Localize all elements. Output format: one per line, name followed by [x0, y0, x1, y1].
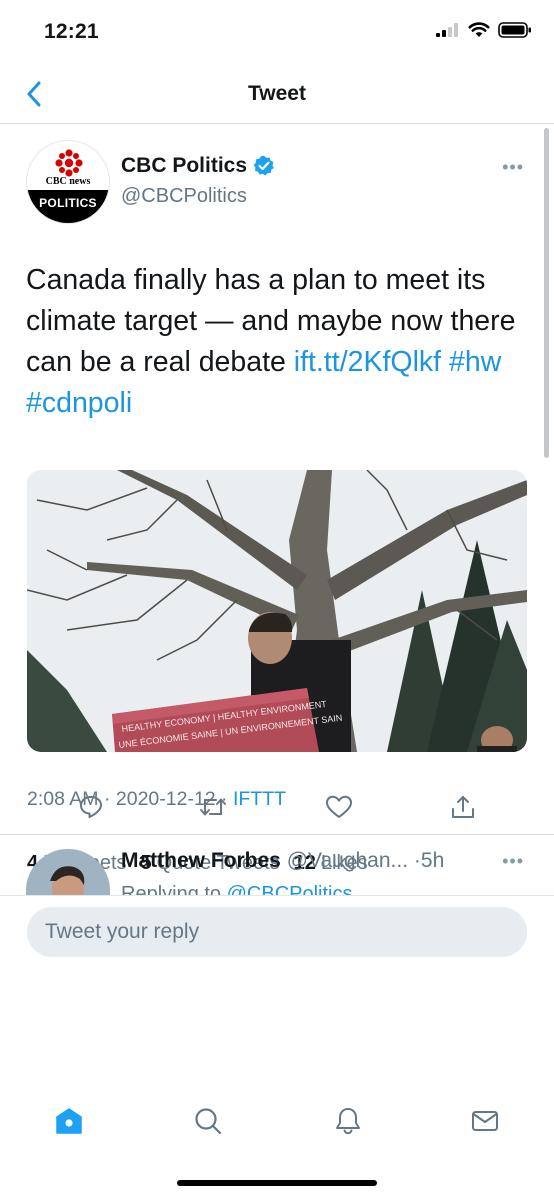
share-button[interactable]: [448, 792, 478, 822]
reply-composer: [0, 895, 554, 975]
hashtag-cdnpoli[interactable]: #cdnpoli: [26, 387, 132, 419]
search-icon: [195, 1108, 222, 1135]
tweet-photo[interactable]: HEALTHY ECONOMY | HEALTHY ENVIRONMENT UN…: [27, 470, 527, 752]
navigation-bar: Tweet: [0, 66, 554, 124]
reply-icon: [80, 796, 102, 818]
replying-to-handle[interactable]: @CBCPolitics: [227, 883, 353, 895]
tab-search[interactable]: [191, 1104, 225, 1138]
cbc-gem-logo: [55, 149, 83, 177]
logo-wordmark: CBC news: [45, 176, 91, 187]
reply-author-name: Matthew Forbes: [121, 849, 281, 872]
more-options-button[interactable]: •••: [502, 157, 524, 178]
replying-prefix: Replying to: [121, 883, 227, 895]
home-icon: [56, 1108, 82, 1134]
reply-time: ·5h: [413, 849, 445, 872]
author-handle[interactable]: @CBCPolitics: [121, 185, 247, 208]
photo-illustration: HEALTHY ECONOMY | HEALTHY ENVIRONMENT UN…: [27, 470, 527, 752]
status-bar: 12:21: [0, 0, 554, 66]
battery-icon: [498, 22, 531, 38]
reply-more-options-button[interactable]: •••: [502, 851, 524, 872]
replying-to: Replying to @CBCPolitics: [121, 883, 353, 895]
tweet-text: Canada finally has a plan to meet its cl…: [26, 260, 532, 424]
hashtag-hw[interactable]: #hw: [449, 346, 501, 378]
bell-icon: [336, 1108, 360, 1135]
author-name: CBC Politics: [121, 154, 248, 177]
reply-avatar-image: [26, 849, 110, 895]
tab-bar: [0, 1080, 554, 1200]
status-icons: [436, 22, 532, 38]
tweet-actions: [0, 782, 554, 832]
heart-icon: [326, 795, 352, 818]
like-button[interactable]: [324, 792, 354, 822]
mail-icon: [472, 1111, 498, 1131]
page-title: Tweet: [248, 82, 306, 105]
share-icon: [452, 796, 474, 818]
tweet-body: Canada finally has a plan to meet its cl…: [26, 264, 516, 378]
logo-band: POLITICS: [27, 190, 109, 223]
wifi-icon: [468, 22, 490, 37]
verified-badge-icon: [253, 155, 274, 176]
cellular-signal-icon: [436, 23, 458, 37]
reply-button[interactable]: [76, 792, 106, 822]
scroll-indicator[interactable]: [544, 128, 549, 458]
reply-author-handle: @Vaughan...: [286, 849, 409, 872]
author-avatar[interactable]: CBC news POLITICS: [26, 140, 110, 224]
reply-input[interactable]: [27, 907, 527, 957]
retweet-button[interactable]: [198, 792, 228, 822]
reply-avatar[interactable]: [26, 849, 110, 895]
status-time: 12:21: [44, 20, 99, 43]
reply-tweet[interactable]: Matthew Forbes @Vaughan... ·5h ••• Reply…: [0, 835, 554, 895]
reply-author-row[interactable]: Matthew Forbes @Vaughan... ·5h: [121, 849, 444, 873]
tab-messages[interactable]: [468, 1104, 502, 1138]
retweet-icon: [200, 798, 226, 816]
tab-home[interactable]: [52, 1104, 86, 1138]
author-name-row[interactable]: CBC Politics: [121, 154, 275, 178]
tweet-link[interactable]: ift.tt/2KfQlkf: [294, 346, 441, 378]
tab-notifications[interactable]: [331, 1104, 365, 1138]
home-indicator[interactable]: [177, 1180, 377, 1186]
